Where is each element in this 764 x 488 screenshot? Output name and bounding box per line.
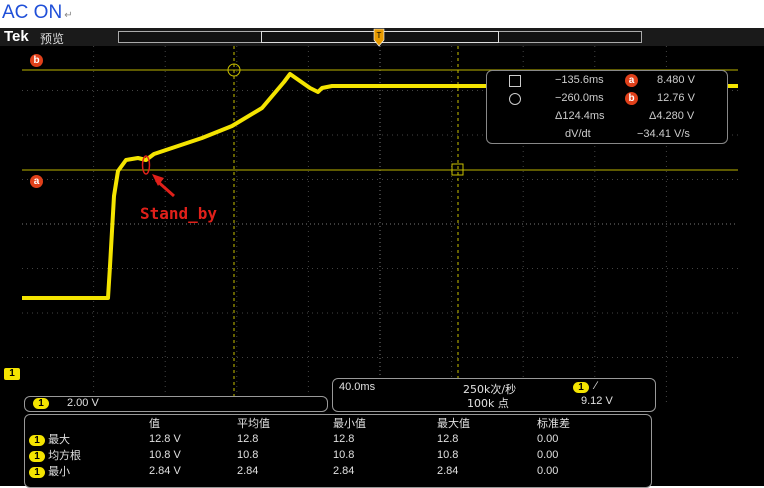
stats-cell: 12.8 V — [149, 433, 181, 445]
channel1-ground-marker[interactable]: 1 — [4, 368, 20, 380]
stats-cell: 10.8 — [237, 449, 259, 461]
trigger-slope-icon: ∕ — [595, 380, 597, 392]
stats-header: 值 — [149, 417, 160, 430]
cursor-readout-panel: −135.6ms −260.0ms Δ124.4ms dV/dt a b 8.4… — [486, 70, 728, 144]
stats-row-label: 均方根 — [48, 449, 82, 462]
circle-cursor-icon — [509, 93, 521, 105]
trigger-position-marker-icon[interactable]: T — [373, 28, 385, 48]
cursor-a-marker[interactable]: a — [30, 175, 43, 188]
channel1-chip: 1 — [33, 398, 49, 409]
channel1-chip: 1 — [29, 451, 45, 462]
pilcrow-icon: ↵ — [64, 10, 73, 21]
stats-row-label: 最大 — [48, 433, 71, 446]
stats-cell: 2.84 — [437, 465, 459, 477]
stats-row[interactable]: 1 最大 12.8 V 12.8 12.8 12.8 0.00 — [25, 431, 651, 447]
stats-cell: 10.8 V — [149, 449, 181, 461]
stats-cell: 2.84 — [237, 465, 259, 477]
stats-cell: 12.8 — [333, 433, 355, 445]
acquisition-box[interactable]: 40.0ms 250k次/秒 100k 点 1 ∕ 9.12 V — [332, 378, 656, 412]
cursor-delta-t: Δ124.4ms — [555, 110, 605, 122]
stats-cell: 10.8 — [437, 449, 459, 461]
document-title-text: AC ON — [2, 2, 63, 23]
trigger-level: 9.12 V — [581, 395, 613, 407]
stats-row[interactable]: 1 最小 2.84 V 2.84 2.84 2.84 0.00 — [25, 463, 651, 479]
stats-header: 平均值 — [237, 417, 270, 430]
stats-cell: 12.8 — [437, 433, 459, 445]
cursor-b-marker[interactable]: b — [30, 54, 43, 67]
dvdt-label: dV/dt — [565, 128, 591, 140]
scope-top-bar: Tek 预览 T — [0, 28, 764, 48]
stats-row[interactable]: 1 均方根 10.8 V 10.8 10.8 10.8 0.00 — [25, 447, 651, 463]
stats-cell: 2.84 V — [149, 465, 181, 477]
cursor-t2: −260.0ms — [555, 92, 604, 104]
channel1-chip: 1 — [29, 435, 45, 446]
channel-scale-box[interactable]: 1 2.00 V — [24, 396, 328, 412]
cursor-va: 8.480 V — [657, 74, 695, 86]
stats-cell: 12.8 — [237, 433, 259, 445]
cursor-delta-v: Δ4.280 V — [649, 110, 695, 122]
measurement-statistics-table: 值 平均值 最小值 最大值 标准差 1 最大 12.8 V 12.8 12.8 … — [24, 414, 652, 488]
cursor-a-chip: a — [625, 74, 638, 87]
square-cursor-icon — [509, 75, 521, 87]
document-title: AC ON ↵ — [2, 2, 73, 24]
stats-row-label: 最小 — [48, 465, 71, 478]
record-length: 100k 点 — [467, 397, 509, 410]
mode-label: 预览 — [40, 32, 65, 46]
cursor-vb: 12.76 V — [657, 92, 695, 104]
stats-cell: 2.84 — [333, 465, 355, 477]
channel1-scale: 2.00 V — [67, 397, 99, 409]
standby-annotation: Stand_by — [140, 204, 218, 223]
brand-logo: Tek — [4, 28, 29, 45]
trigger-source-chip: 1 — [573, 382, 589, 393]
cursor-t1: −135.6ms — [555, 74, 604, 86]
stats-cell: 0.00 — [537, 433, 559, 445]
svg-text:T: T — [377, 31, 382, 40]
stats-cell: 10.8 — [333, 449, 355, 461]
channel1-chip: 1 — [29, 467, 45, 478]
stats-header: 最小值 — [333, 417, 366, 430]
stats-cell: 0.00 — [537, 465, 559, 477]
cursor-dvdt: −34.41 V/s — [637, 128, 690, 140]
stats-cell: 0.00 — [537, 449, 559, 461]
timebase-value: 40.0ms — [339, 381, 376, 393]
oscilloscope-screen: Tek 预览 T b a 1 Stand_by −135.6ms −260.0m… — [0, 28, 764, 488]
stats-header: 标准差 — [537, 417, 570, 430]
stats-header: 最大值 — [437, 417, 470, 430]
cursor-b-chip: b — [625, 92, 638, 105]
